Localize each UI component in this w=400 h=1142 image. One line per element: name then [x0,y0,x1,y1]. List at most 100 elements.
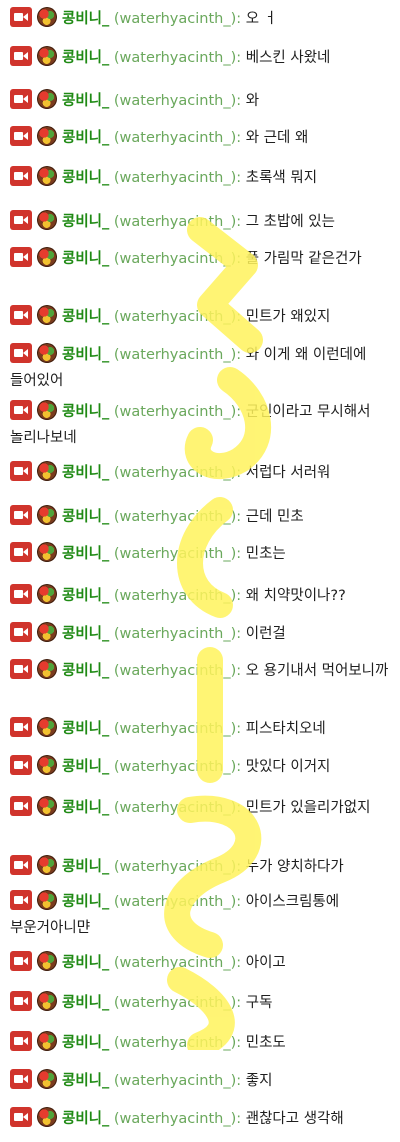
video-camera-badge-icon [10,7,32,27]
message-text: 오 ㅓ [245,11,278,27]
user-nickname[interactable]: 콩비니_ [62,130,109,146]
user-id[interactable]: (waterhyacinth_): [114,800,241,816]
chat-message: 콩비니_ (waterhyacinth_): 와 이게 왜 이런데에 들어있어 [10,342,394,394]
user-id[interactable]: (waterhyacinth_): [114,859,241,875]
message-text: 누가 양치하다가 [245,859,344,875]
user-nickname[interactable]: 콩비니_ [62,509,109,525]
user-id[interactable]: (waterhyacinth_): [114,894,241,910]
video-camera-badge-icon [10,659,32,679]
food-badge-icon [37,796,57,816]
user-id[interactable]: (waterhyacinth_): [114,11,241,27]
message-text: 서럽다 서러워 [245,465,331,481]
chat-message: 콩비니_ (waterhyacinth_): 피스타치오네 [10,716,394,742]
user-nickname[interactable]: 콩비니_ [62,955,109,971]
user-nickname[interactable]: 콩비니_ [62,663,109,679]
user-id[interactable]: (waterhyacinth_): [114,721,241,737]
video-camera-badge-icon [10,89,32,109]
user-nickname[interactable]: 콩비니_ [62,800,109,816]
chat-message: 콩비니_ (waterhyacinth_): 군인이라고 무시해서 놀리나보네 [10,399,394,451]
message-text: 구독 [245,995,273,1011]
chat-message: 콩비니_ (waterhyacinth_): 풀 가림막 같은건가 [10,246,394,272]
user-nickname[interactable]: 콩비니_ [62,759,109,775]
user-id[interactable]: (waterhyacinth_): [114,1111,241,1127]
user-id[interactable]: (waterhyacinth_): [114,130,241,146]
user-nickname[interactable]: 콩비니_ [62,93,109,109]
user-nickname[interactable]: 콩비니_ [62,1073,109,1089]
chat-message: 콩비니_ (waterhyacinth_): 민트가 있을리가없지 [10,795,394,821]
chat-message: 콩비니_ (waterhyacinth_): 좋지 [10,1068,394,1094]
user-nickname[interactable]: 콩비니_ [62,214,109,230]
food-badge-icon [37,1069,57,1089]
user-id[interactable]: (waterhyacinth_): [114,995,241,1011]
food-badge-icon [37,305,57,325]
chat-message: 콩비니_ (waterhyacinth_): 그 초밥에 있는 [10,209,394,235]
user-id[interactable]: (waterhyacinth_): [114,1073,241,1089]
user-id[interactable]: (waterhyacinth_): [114,50,241,66]
video-camera-badge-icon [10,461,32,481]
video-camera-badge-icon [10,991,32,1011]
user-id[interactable]: (waterhyacinth_): [114,509,241,525]
user-nickname[interactable]: 콩비니_ [62,251,109,267]
user-id[interactable]: (waterhyacinth_): [114,309,241,325]
food-badge-icon [37,890,57,910]
message-text: 민초는 [245,546,286,562]
food-badge-icon [37,1107,57,1127]
chat-message: 콩비니_ (waterhyacinth_): 초록색 뭐지 [10,165,394,191]
user-id[interactable]: (waterhyacinth_): [114,759,241,775]
user-id[interactable]: (waterhyacinth_): [114,214,241,230]
food-badge-icon [37,542,57,562]
video-camera-badge-icon [10,796,32,816]
user-nickname[interactable]: 콩비니_ [62,1111,109,1127]
food-badge-icon [37,659,57,679]
user-id[interactable]: (waterhyacinth_): [114,465,241,481]
user-id[interactable]: (waterhyacinth_): [114,663,241,679]
chat-message: 콩비니_ (waterhyacinth_): 이런걸 [10,621,394,647]
user-nickname[interactable]: 콩비니_ [62,626,109,642]
user-nickname[interactable]: 콩비니_ [62,11,109,27]
chat-message: 콩비니_ (waterhyacinth_): 오 용기내서 먹어보니까 [10,658,394,684]
user-nickname[interactable]: 콩비니_ [62,894,109,910]
video-camera-badge-icon [10,890,32,910]
food-badge-icon [37,717,57,737]
video-camera-badge-icon [10,247,32,267]
chat-message: 콩비니_ (waterhyacinth_): 민초는 [10,541,394,567]
user-id[interactable]: (waterhyacinth_): [114,626,241,642]
message-text: 괜찮다고 생각해 [245,1111,344,1127]
food-badge-icon [37,991,57,1011]
user-nickname[interactable]: 콩비니_ [62,859,109,875]
user-id[interactable]: (waterhyacinth_): [114,1035,241,1051]
video-camera-badge-icon [10,166,32,186]
user-nickname[interactable]: 콩비니_ [62,588,109,604]
user-nickname[interactable]: 콩비니_ [62,1035,109,1051]
user-nickname[interactable]: 콩비니_ [62,546,109,562]
chat-message: 콩비니_ (waterhyacinth_): 아이고 [10,950,394,976]
video-camera-badge-icon [10,755,32,775]
message-text: 민트가 있을리가없지 [245,800,371,816]
food-badge-icon [37,505,57,525]
user-id[interactable]: (waterhyacinth_): [114,251,241,267]
user-nickname[interactable]: 콩비니_ [62,995,109,1011]
video-camera-badge-icon [10,717,32,737]
video-camera-badge-icon [10,1107,32,1127]
user-nickname[interactable]: 콩비니_ [62,721,109,737]
message-text: 와 근데 왜 [245,130,309,146]
user-nickname[interactable]: 콩비니_ [62,170,109,186]
user-id[interactable]: (waterhyacinth_): [114,588,241,604]
video-camera-badge-icon [10,622,32,642]
user-nickname[interactable]: 콩비니_ [62,404,109,420]
user-id[interactable]: (waterhyacinth_): [114,347,241,363]
food-badge-icon [37,89,57,109]
chat-message: 콩비니_ (waterhyacinth_): 민트가 왜있지 [10,304,394,330]
user-nickname[interactable]: 콩비니_ [62,50,109,66]
user-id[interactable]: (waterhyacinth_): [114,170,241,186]
user-nickname[interactable]: 콩비니_ [62,309,109,325]
user-id[interactable]: (waterhyacinth_): [114,404,241,420]
user-nickname[interactable]: 콩비니_ [62,347,109,363]
user-id[interactable]: (waterhyacinth_): [114,546,241,562]
user-id[interactable]: (waterhyacinth_): [114,93,241,109]
user-nickname[interactable]: 콩비니_ [62,465,109,481]
chat-message: 콩비니_ (waterhyacinth_): 와 근데 왜 [10,125,394,151]
user-id[interactable]: (waterhyacinth_): [114,955,241,971]
video-camera-badge-icon [10,951,32,971]
message-text: 민초도 [245,1035,286,1051]
